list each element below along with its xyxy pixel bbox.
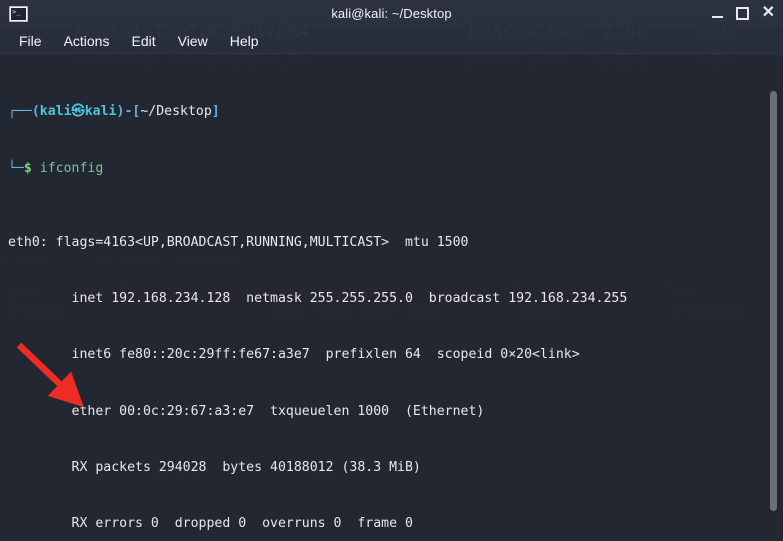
- prompt-user: kali: [39, 104, 72, 120]
- terminal-body[interactable]: ┌──(kali㉿kali)-[~/Desktop] └─$ ifconfig …: [0, 55, 783, 541]
- menu-item-view[interactable]: View: [169, 30, 217, 52]
- output-line: ether 00:0c:29:67:a3:e7 txqueuelen 1000 …: [8, 403, 485, 419]
- menu-item-actions[interactable]: Actions: [55, 30, 119, 52]
- minimize-icon[interactable]: [711, 15, 723, 18]
- terminal-icon: [9, 5, 28, 22]
- output-line: eth0: flags=4163<UP,BROADCAST,RUNNING,MU…: [8, 235, 469, 251]
- maximize-icon[interactable]: [735, 7, 749, 20]
- prompt-line-2: └─$ ifconfig: [8, 160, 757, 179]
- menu-bar: File Actions Edit View Help: [0, 27, 783, 55]
- terminal-window: kali@kali: ~/Desktop ✕ File Actions Edit…: [0, 0, 783, 541]
- prompt-mid: )-[: [116, 104, 141, 120]
- output-line: RX packets 294028 bytes 40188012 (38.3 M…: [8, 459, 421, 475]
- prompt-path: ~/Desktop: [140, 104, 212, 120]
- output-line: RX errors 0 dropped 0 overruns 0 frame 0: [8, 515, 413, 531]
- menu-item-file[interactable]: File: [10, 30, 51, 52]
- prompt-close: ]: [211, 104, 220, 120]
- typed-command: ifconfig: [39, 160, 104, 176]
- output-line: inet6 fe80::20c:29ff:fe67:a3e7 prefixlen…: [8, 347, 580, 363]
- prompt-corner-top: ┌──: [8, 104, 32, 120]
- prompt-corner-bottom: └─: [8, 160, 24, 176]
- output-line: inet 192.168.234.128 netmask 255.255.255…: [8, 291, 628, 307]
- prompt-line-1: ┌──(kali㉿kali)-[~/Desktop]: [8, 103, 757, 122]
- scrollbar-thumb[interactable]: [770, 91, 777, 511]
- window-controls: ✕: [711, 0, 775, 27]
- terminal-output: ┌──(kali㉿kali)-[~/Desktop] └─$ ifconfig …: [8, 66, 757, 541]
- close-icon[interactable]: ✕: [762, 5, 775, 21]
- prompt-paren-open: (: [31, 104, 40, 120]
- prompt-dollar: $: [23, 160, 32, 176]
- menu-item-help[interactable]: Help: [221, 30, 268, 52]
- at-symbol-icon: ㉿: [71, 104, 85, 120]
- menu-item-edit[interactable]: Edit: [122, 30, 164, 52]
- title-bar[interactable]: kali@kali: ~/Desktop ✕: [0, 0, 783, 27]
- prompt-host: kali: [84, 104, 117, 120]
- window-title: kali@kali: ~/Desktop: [331, 6, 452, 21]
- terminal-scrollbar[interactable]: [769, 55, 778, 541]
